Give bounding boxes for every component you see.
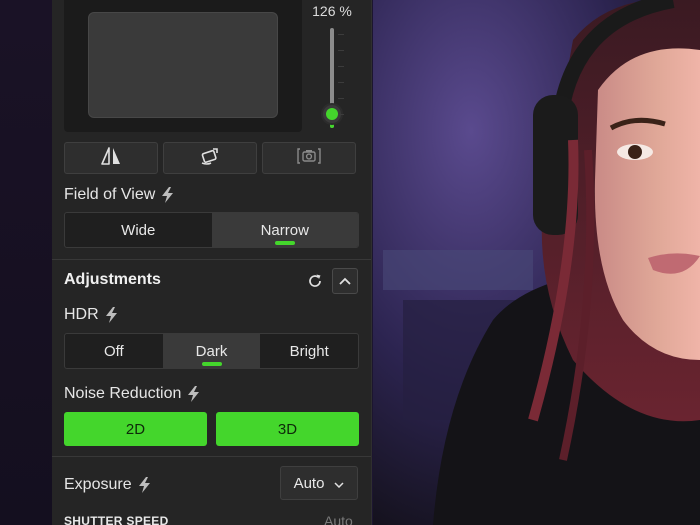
- field-of-view-label-row: Field of View: [64, 186, 175, 204]
- chevron-down-icon: [334, 475, 344, 492]
- noise-reduction-2d-button[interactable]: 2D: [64, 412, 207, 446]
- shutter-speed-value: Auto: [324, 513, 353, 525]
- hdr-selector: Off Dark Bright: [64, 333, 359, 369]
- collapse-section-button[interactable]: [332, 268, 358, 294]
- noise-reduction-3d-button[interactable]: 3D: [216, 412, 359, 446]
- zoom-slider[interactable]: [321, 28, 343, 128]
- hdr-label: HDR: [64, 306, 99, 323]
- camera-video-feed: [373, 0, 700, 525]
- frame-preview-area: [64, 0, 302, 132]
- fov-option-wide[interactable]: Wide: [65, 213, 212, 247]
- exposure-label-row: Exposure: [64, 476, 152, 494]
- hdr-option-bright[interactable]: Bright: [260, 334, 358, 368]
- shutter-speed-label: SHUTTER SPEED: [64, 514, 169, 525]
- adjustments-title: Adjustments: [64, 271, 161, 288]
- lightning-bolt-icon: [187, 386, 201, 402]
- noise-reduction-label-row: Noise Reduction: [64, 385, 201, 403]
- section-divider: [52, 456, 371, 457]
- lightning-bolt-icon: [105, 307, 119, 323]
- field-of-view-label: Field of View: [64, 186, 156, 203]
- camera-frame-button[interactable]: [262, 142, 356, 174]
- fov-option-narrow[interactable]: Narrow: [211, 213, 358, 247]
- lightning-bolt-icon: [161, 187, 175, 203]
- noise-reduction-label: Noise Reduction: [64, 385, 182, 402]
- reset-icon[interactable]: [306, 272, 324, 290]
- left-sidebar-strip: [0, 0, 52, 525]
- lightning-bolt-icon: [138, 477, 152, 493]
- field-of-view-selector: Wide Narrow: [64, 212, 359, 248]
- flip-horizontal-icon: [100, 146, 122, 171]
- exposure-label: Exposure: [64, 476, 132, 493]
- zoom-level-label: 126 %: [312, 3, 352, 19]
- hdr-label-row: HDR: [64, 306, 119, 324]
- rotate-button[interactable]: [163, 142, 257, 174]
- hdr-option-off[interactable]: Off: [65, 334, 163, 368]
- camera-frame-icon: [297, 146, 321, 171]
- zoom-slider-ticks: [338, 34, 344, 124]
- exposure-value: Auto: [293, 474, 325, 492]
- flip-horizontal-button[interactable]: [64, 142, 158, 174]
- rotate-icon: [199, 146, 221, 171]
- hdr-option-dark[interactable]: Dark: [162, 334, 261, 368]
- webcam-image: [373, 0, 700, 525]
- exposure-dropdown[interactable]: Auto: [280, 466, 358, 500]
- frame-preview-box[interactable]: [88, 12, 278, 118]
- chevron-up-icon: [339, 272, 351, 290]
- section-divider: [52, 259, 371, 260]
- camera-settings-panel: 126 % Field of View Wide Narrow Adjustme…: [52, 0, 372, 525]
